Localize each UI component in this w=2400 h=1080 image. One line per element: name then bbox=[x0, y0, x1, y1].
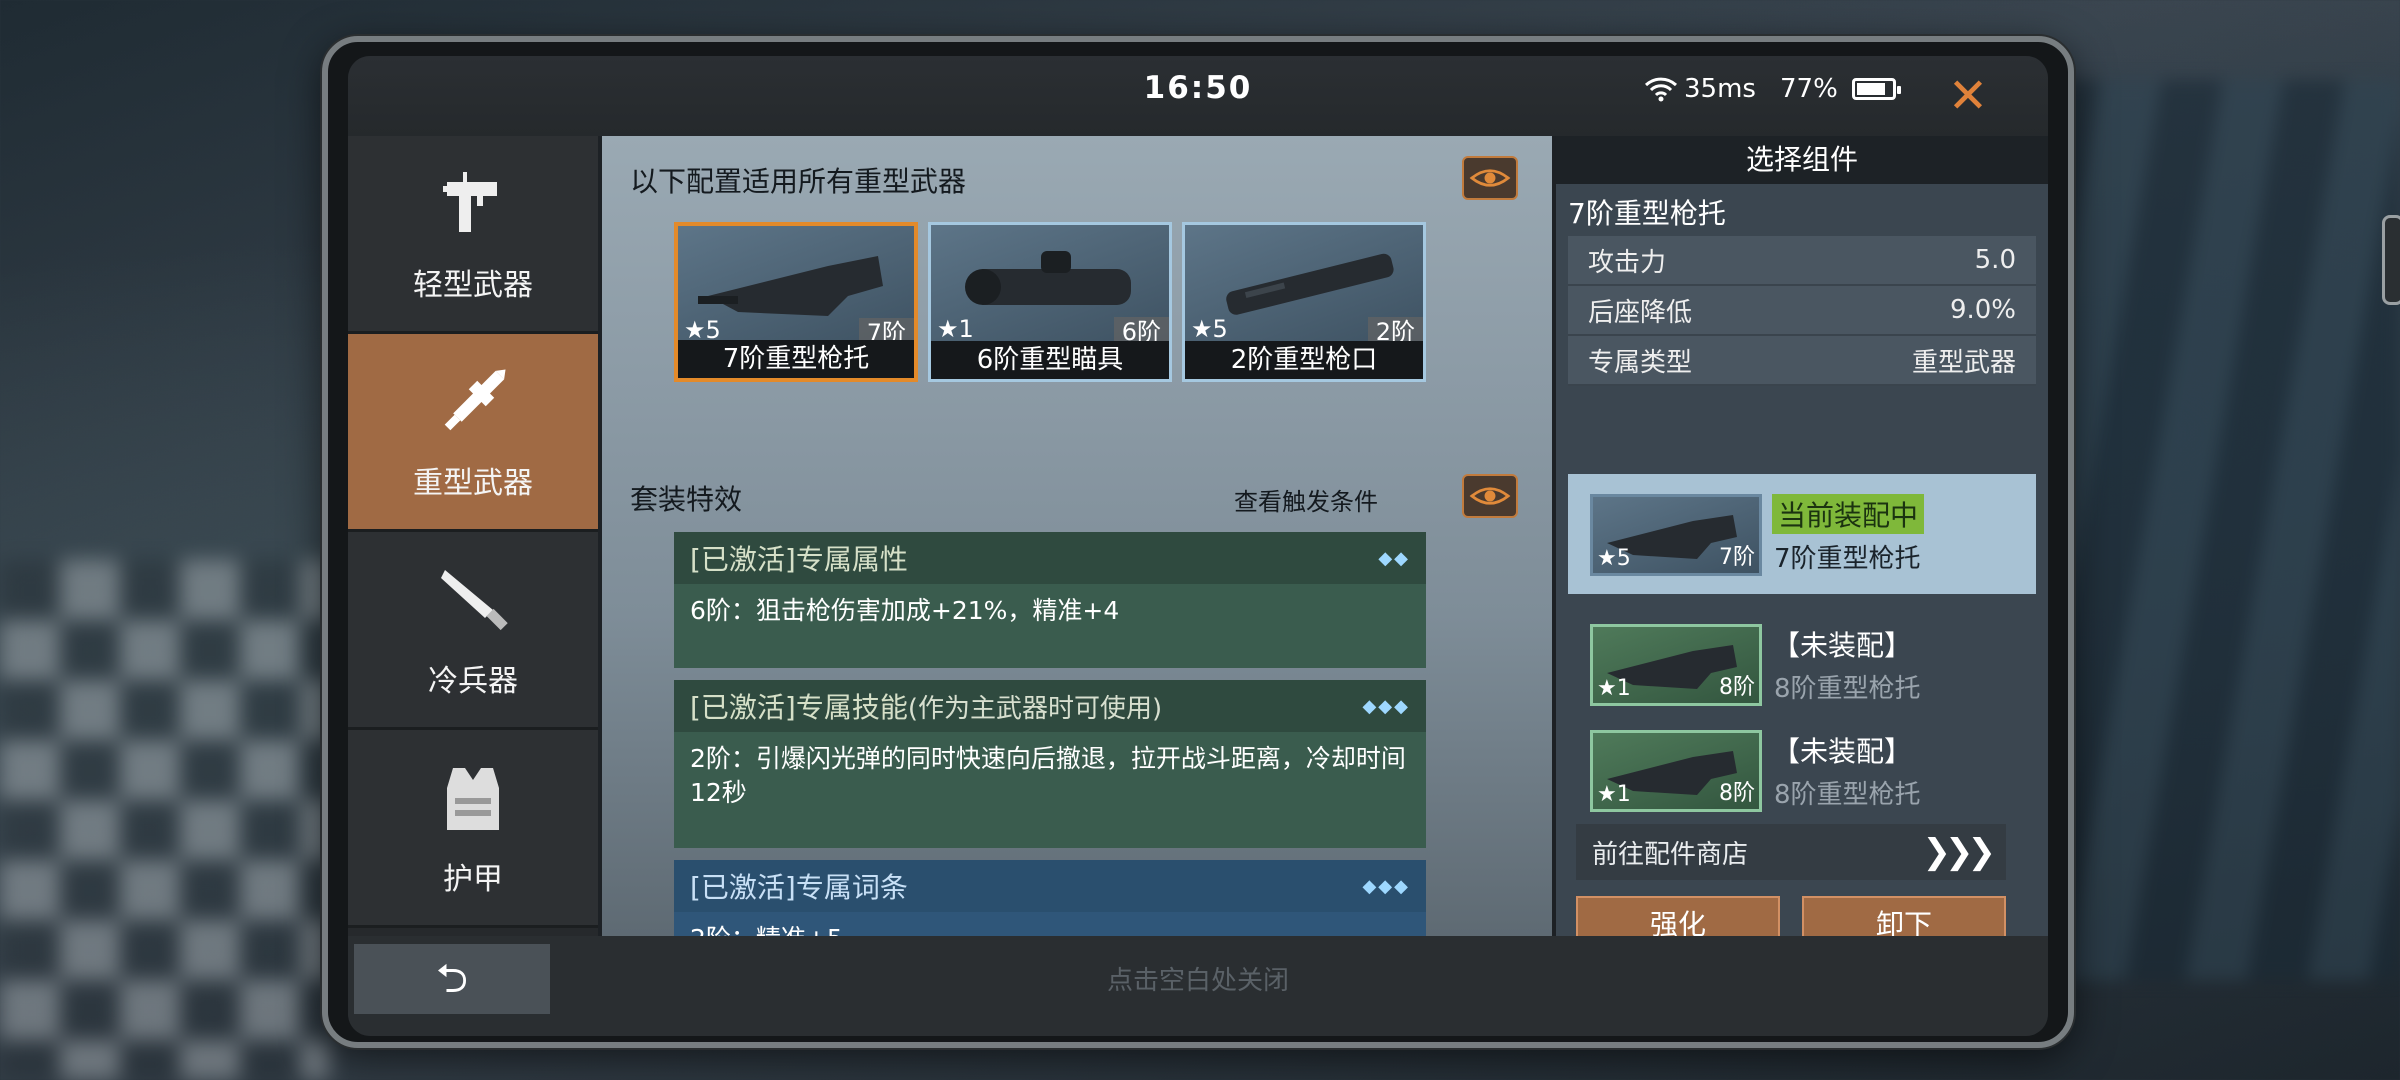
chevron-right-icon: ❯❯❯ bbox=[1922, 832, 1997, 872]
effect-title: [已激活]专属词条 bbox=[690, 871, 908, 904]
network-status: 35ms bbox=[1644, 74, 1756, 104]
effect-exclusive-skill: [已激活]专属技能(作为主武器时可使用) ◆◆◆ 2阶：引爆闪光弹的同时快速向后… bbox=[674, 680, 1426, 848]
close-hint: 点击空白处关闭 bbox=[1106, 966, 1289, 996]
bottom-bar: ⮌ 点击空白处关闭 bbox=[348, 936, 2048, 1036]
component-select-panel: 选择组件 7阶重型枪托 攻击力 5.0 后座降低 9.0% 专属类型 重型武器 … bbox=[1556, 136, 2048, 954]
stat-label: 专属类型 bbox=[1588, 347, 1693, 378]
component-option[interactable]: ★1 8阶 【未装配】 8阶重型枪托 bbox=[1568, 710, 2036, 814]
component-thumbnail: ★1 8阶 bbox=[1590, 624, 1762, 706]
eye-icon bbox=[1469, 487, 1511, 505]
check-conditions-link[interactable]: 查看触发条件 bbox=[1234, 482, 1378, 517]
star-rating: ★5 bbox=[1191, 315, 1228, 343]
device-side-button bbox=[2382, 215, 2400, 305]
equip-status-badge: 当前装配中 bbox=[1772, 494, 1925, 534]
sidebar-item-label: 护甲 bbox=[443, 861, 503, 897]
component-name: 8阶重型枪托 bbox=[1774, 780, 1921, 810]
armor-vest-icon bbox=[447, 767, 499, 830]
equip-status-badge: 【未装配】 bbox=[1772, 735, 1913, 768]
part-name: 2阶重型枪口 bbox=[1185, 341, 1423, 379]
part-card-scope[interactable]: ★1 6阶 6阶重型瞄具 bbox=[928, 222, 1172, 382]
rocket-launcher-icon bbox=[444, 368, 506, 430]
part-card-muzzle[interactable]: ★5 2阶 2阶重型枪口 bbox=[1182, 222, 1426, 382]
game-screen: 16:50 35ms 77% ✕ 轻型武器 重型武器 冷兵器 护甲 以下配置适用… bbox=[348, 56, 2048, 1036]
component-option-equipped[interactable]: ★5 7阶 当前装配中 7阶重型枪托 bbox=[1568, 474, 2036, 594]
effect-description: 6阶：狙击枪伤害加成+21%，精准+4 bbox=[674, 584, 1426, 668]
status-bar: 16:50 35ms 77% ✕ bbox=[348, 56, 2048, 136]
close-button[interactable]: ✕ bbox=[1938, 66, 1998, 126]
effect-title: [已激活]专属技能 bbox=[690, 691, 908, 724]
selected-part-name: 7阶重型枪托 bbox=[1568, 197, 1726, 230]
goto-parts-shop-button[interactable]: 前往配件商店 ❯❯❯ bbox=[1576, 824, 2006, 880]
equip-status-badge: 【未装配】 bbox=[1772, 629, 1913, 662]
set-effect-title: 套装特效 bbox=[630, 483, 743, 516]
shop-label: 前往配件商店 bbox=[1592, 839, 1749, 870]
battery-icon bbox=[1852, 78, 1901, 100]
stat-row: 攻击力 5.0 bbox=[1568, 236, 2036, 286]
wifi-icon bbox=[1644, 77, 1678, 102]
stat-label: 攻击力 bbox=[1588, 247, 1667, 278]
close-icon: ✕ bbox=[1947, 68, 1989, 124]
effect-exclusive-entry: [已激活]专属词条 ◆◆◆ 2阶：精准+5 bbox=[674, 860, 1426, 936]
sidebar-item-light-weapons[interactable]: 轻型武器 bbox=[348, 136, 598, 334]
expand-dots-icon[interactable]: ◆◆◆ bbox=[1362, 696, 1410, 717]
sidebar-item-armor[interactable]: 护甲 bbox=[348, 730, 598, 928]
star-rating: ★1 bbox=[1597, 782, 1631, 807]
config-title: 以下配置适用所有重型武器 bbox=[630, 165, 967, 198]
stat-value: 重型武器 bbox=[1911, 347, 2016, 378]
tier-badge: 8阶 bbox=[1719, 675, 1755, 700]
component-name: 7阶重型枪托 bbox=[1774, 544, 1921, 574]
ping-text: 35ms bbox=[1684, 74, 1756, 104]
component-option[interactable]: ★1 8阶 【未装配】 8阶重型枪托 bbox=[1568, 604, 2036, 724]
component-name: 8阶重型枪托 bbox=[1774, 674, 1921, 704]
effect-hint: (作为主武器时可使用) bbox=[907, 694, 1163, 724]
eye-icon bbox=[1469, 169, 1511, 187]
background-checker bbox=[0, 560, 330, 1080]
sidebar-item-melee[interactable]: 冷兵器 bbox=[348, 532, 598, 730]
stat-value: 9.0% bbox=[1949, 295, 2016, 325]
stat-label: 后座降低 bbox=[1588, 297, 1693, 328]
part-name: 6阶重型瞄具 bbox=[931, 341, 1169, 379]
sidebar-item-label: 冷兵器 bbox=[428, 663, 518, 699]
star-rating: ★1 bbox=[937, 315, 974, 343]
weapon-category-sidebar: 轻型武器 重型武器 冷兵器 护甲 bbox=[348, 136, 598, 936]
tier-badge: 8阶 bbox=[1719, 781, 1755, 806]
effect-exclusive-attribute: [已激活]专属属性 ◆◆ 6阶：狙击枪伤害加成+21%，精准+4 bbox=[674, 532, 1426, 668]
component-thumbnail: ★5 7阶 bbox=[1590, 494, 1762, 576]
background-strip bbox=[2040, 80, 2400, 980]
panel-title: 选择组件 bbox=[1556, 136, 2048, 184]
conditions-eye-button[interactable] bbox=[1462, 474, 1518, 518]
expand-dots-icon[interactable]: ◆◆ bbox=[1378, 548, 1410, 569]
battery-percent: 77% bbox=[1780, 74, 1838, 104]
stat-row: 专属类型 重型武器 bbox=[1568, 336, 2036, 386]
component-thumbnail: ★1 8阶 bbox=[1590, 730, 1762, 812]
attachment-config-panel: 以下配置适用所有重型武器 ★5 7阶 7阶重型枪托 ★1 6阶 6阶重型瞄具 ★… bbox=[602, 136, 1552, 936]
preview-button[interactable] bbox=[1462, 156, 1518, 200]
effect-description: 2阶：精准+5 bbox=[674, 912, 1426, 936]
stat-value: 5.0 bbox=[1974, 245, 2016, 275]
stat-row: 后座降低 9.0% bbox=[1568, 286, 2036, 336]
smg-icon bbox=[443, 171, 497, 232]
expand-dots-icon[interactable]: ◆◆◆ bbox=[1362, 876, 1410, 897]
star-rating: ★5 bbox=[1597, 546, 1631, 571]
tier-badge: 7阶 bbox=[1719, 545, 1755, 570]
part-card-stock[interactable]: ★5 7阶 7阶重型枪托 bbox=[674, 222, 918, 382]
sidebar-item-label: 重型武器 bbox=[413, 465, 533, 501]
stats-table: 攻击力 5.0 后座降低 9.0% 专属类型 重型武器 bbox=[1568, 236, 2036, 386]
effect-description: 2阶：引爆闪光弹的同时快速向后撤退，拉开战斗距离，冷却时间12秒 bbox=[674, 732, 1426, 848]
part-name: 7阶重型枪托 bbox=[678, 340, 914, 378]
knife-icon bbox=[441, 569, 508, 630]
star-rating: ★1 bbox=[1597, 676, 1631, 701]
effect-title: [已激活]专属属性 bbox=[690, 543, 908, 576]
sidebar-item-heavy-weapons[interactable]: 重型武器 bbox=[348, 334, 598, 532]
sidebar-item-label: 轻型武器 bbox=[413, 267, 533, 303]
